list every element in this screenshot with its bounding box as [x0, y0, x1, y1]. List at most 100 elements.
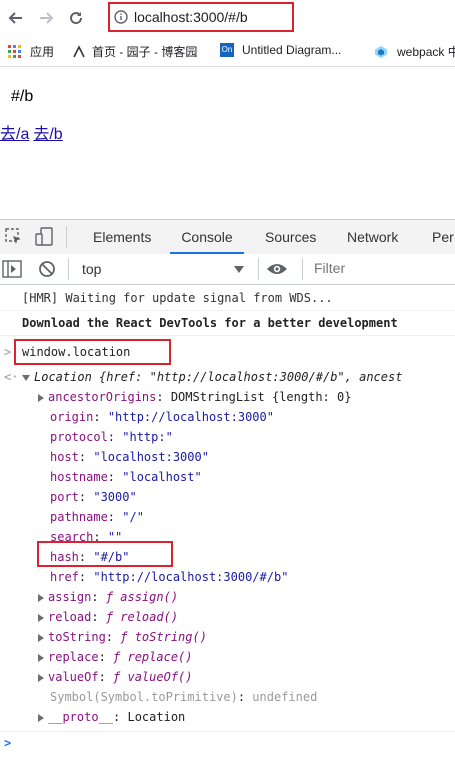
expand-icon[interactable]	[38, 653, 44, 662]
property-value: ƒ reload()	[105, 610, 179, 624]
property-entry: protocol: "http:"	[50, 430, 173, 444]
property-entry: reload: ƒ reload()	[38, 610, 178, 624]
reload-icon	[70, 12, 83, 25]
property-entry: __proto__: Location	[38, 710, 185, 724]
location-property-row[interactable]: reload: ƒ reload()	[0, 608, 455, 628]
drawio-icon: On	[220, 43, 234, 57]
tab-console[interactable]: Console	[170, 220, 244, 254]
toggle-sidebar-button[interactable]	[2, 260, 22, 281]
expand-icon[interactable]	[38, 713, 44, 722]
divider	[302, 258, 303, 280]
bookmark-label: 首页 - 园子 - 博客园	[92, 45, 198, 59]
property-entry: Symbol(Symbol.toPrimitive): undefined	[50, 690, 317, 704]
location-object[interactable]: <· Location {href: "http://localhost:300…	[0, 368, 455, 388]
route-text: #/b	[11, 88, 34, 105]
expand-icon[interactable]	[38, 593, 44, 602]
tab-sources[interactable]: Sources	[265, 220, 316, 254]
location-property-row: protocol: "http:"	[0, 428, 455, 448]
property-colon: :	[107, 510, 123, 524]
url-text: localhost:3000/#/b	[134, 9, 248, 25]
block-icon	[39, 261, 55, 277]
location-property-row[interactable]: assign: ƒ assign()	[0, 588, 455, 608]
link-go-b[interactable]: 去/b	[33, 126, 62, 143]
link-go-a[interactable]: 去/a	[0, 126, 29, 143]
property-colon: :	[107, 430, 123, 444]
property-value: "localhost:3000"	[93, 450, 209, 464]
nav-links: 去/a 去/b	[0, 120, 67, 144]
location-property-row[interactable]: valueOf: ƒ valueOf()	[0, 668, 455, 688]
bookmark-label: Untitled Diagram...	[242, 43, 342, 57]
context-selector[interactable]: top	[74, 254, 252, 284]
bookmark-apps[interactable]: 应用	[8, 43, 54, 60]
back-button[interactable]	[6, 8, 26, 28]
forward-button[interactable]	[36, 8, 56, 28]
property-entry: href: "http://localhost:3000/#/b"	[50, 570, 288, 584]
property-key: reload	[48, 610, 92, 624]
expand-icon[interactable]	[38, 393, 44, 402]
sidebar-icon	[2, 260, 22, 278]
location-property-row[interactable]: ancestorOrigins: DOMStringList {length: …	[0, 388, 455, 408]
property-value: ƒ replace()	[113, 650, 193, 664]
expand-icon[interactable]	[38, 613, 44, 622]
property-value: "/"	[122, 510, 144, 524]
location-property-row[interactable]: toString: ƒ toString()	[0, 628, 455, 648]
tab-network[interactable]: Network	[347, 220, 398, 254]
property-colon: :	[98, 670, 114, 684]
location-property-row[interactable]: replace: ƒ replace()	[0, 648, 455, 668]
property-key: replace	[48, 650, 99, 664]
property-key: protocol	[50, 430, 108, 444]
bookmark-drawio[interactable]: On Untitled Diagram...	[220, 43, 341, 57]
property-colon: :	[156, 390, 171, 404]
clear-console-button[interactable]	[38, 260, 56, 281]
reload-button[interactable]	[66, 8, 86, 28]
live-expression-button[interactable]	[266, 262, 288, 279]
address-bar[interactable]: localhost:3000/#/b	[108, 2, 294, 32]
property-value: "http://localhost:3000"	[107, 410, 274, 424]
webpack-icon	[375, 45, 387, 58]
property-key: ancestorOrigins	[48, 390, 157, 404]
divider	[68, 258, 69, 280]
dropdown-arrow-icon	[234, 266, 244, 273]
bookmark-label: 应用	[30, 45, 55, 59]
property-key: assign	[48, 590, 92, 604]
device-toolbar-button[interactable]	[34, 227, 54, 250]
property-value: "http:"	[122, 430, 173, 444]
property-entry: replace: ƒ replace()	[38, 650, 193, 664]
tab-elements[interactable]: Elements	[93, 220, 151, 254]
expand-icon[interactable]	[38, 633, 44, 642]
expand-icon[interactable]	[38, 673, 44, 682]
collapse-icon	[22, 374, 30, 381]
location-property-row: origin: "http://localhost:3000"	[0, 408, 455, 428]
apps-grid-icon	[8, 44, 21, 58]
bookmark-webpack[interactable]: webpack 中	[374, 43, 455, 60]
filter-input[interactable]	[308, 257, 455, 279]
property-entry: assign: ƒ assign()	[38, 590, 178, 604]
bookmark-label: webpack 中	[397, 45, 455, 59]
location-property-row: href: "http://localhost:3000/#/b"	[0, 568, 455, 588]
console-prompt[interactable]: >	[0, 731, 455, 752]
property-entry: ancestorOrigins: DOMStringList {length: …	[38, 390, 351, 404]
property-value: Location	[127, 710, 186, 724]
location-header: Location {href: "http://localhost:3000/#…	[34, 370, 403, 384]
property-key: Symbol(Symbol.toPrimitive)	[50, 690, 238, 704]
inspect-element-button[interactable]	[4, 227, 24, 250]
property-colon: :	[91, 590, 106, 604]
console-log-line: Download the React DevTools for a better…	[0, 316, 455, 336]
forward-arrow-icon	[40, 12, 54, 24]
property-entry: valueOf: ƒ valueOf()	[38, 670, 193, 684]
property-colon: :	[93, 410, 108, 424]
property-colon: :	[98, 650, 114, 664]
cnblogs-icon	[73, 44, 85, 57]
property-colon: :	[113, 710, 128, 724]
property-key: pathname	[50, 510, 108, 524]
tab-performance[interactable]: Per	[432, 220, 454, 254]
property-key: __proto__	[48, 710, 114, 724]
property-colon: :	[237, 690, 253, 704]
location-property-row[interactable]: __proto__: Location	[0, 708, 455, 728]
property-colon: :	[91, 610, 106, 624]
devtools-tabbar: Elements Console Sources Network Per	[0, 219, 455, 255]
bookmark-cnblogs[interactable]: 首页 - 园子 - 博客园	[72, 43, 197, 60]
property-value: "http://localhost:3000/#/b"	[93, 570, 289, 584]
prompt-chevron-icon: >	[4, 736, 12, 750]
eye-icon	[267, 264, 287, 274]
